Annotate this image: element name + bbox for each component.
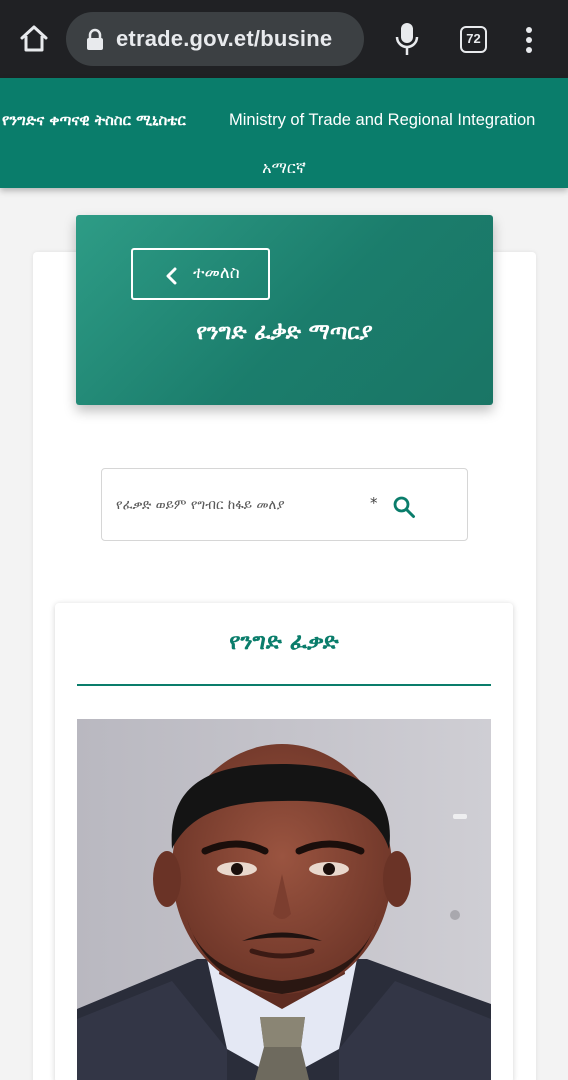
back-button-label: ተመለስ (193, 263, 240, 283)
search-icon[interactable] (392, 495, 416, 519)
license-id-input[interactable] (116, 491, 386, 519)
tabs-icon[interactable]: 72 (460, 26, 487, 53)
ministry-name-amharic[interactable]: የንግድና ቀጣናዊ ትስስር ሚኒስቴር (2, 111, 186, 129)
page-title: የንግድ ፈቃድ ማጣርያ (196, 320, 373, 345)
divider (77, 684, 491, 686)
browser-toolbar: etrade.gov.et/busine 72 (0, 0, 568, 78)
site-header: የንግድና ቀጣናዊ ትስስር ሚኒስቴር Ministry of Trade … (0, 78, 568, 188)
more-vert-icon[interactable] (524, 26, 534, 54)
license-card-title: የንግድ ፈቃድ (229, 629, 339, 655)
chevron-left-icon (166, 267, 177, 285)
ministry-name-english[interactable]: Ministry of Trade and Regional Integrati… (229, 111, 535, 130)
tab-count: 72 (466, 31, 481, 46)
url-bar[interactable]: etrade.gov.et/busine (66, 12, 364, 66)
hero-banner: ተመለስ የንግድ ፈቃድ ማጣርያ (76, 215, 493, 405)
home-icon[interactable] (18, 22, 50, 54)
lock-icon (87, 28, 103, 50)
license-search-box: * (101, 468, 468, 541)
url-text[interactable]: etrade.gov.et/busine (116, 26, 332, 52)
microphone-icon[interactable] (395, 22, 419, 56)
language-switch[interactable]: አማርኛ (0, 158, 568, 178)
back-button[interactable]: ተመለስ (131, 248, 270, 300)
license-holder-photo (77, 719, 491, 1080)
required-mark: * (370, 494, 378, 512)
